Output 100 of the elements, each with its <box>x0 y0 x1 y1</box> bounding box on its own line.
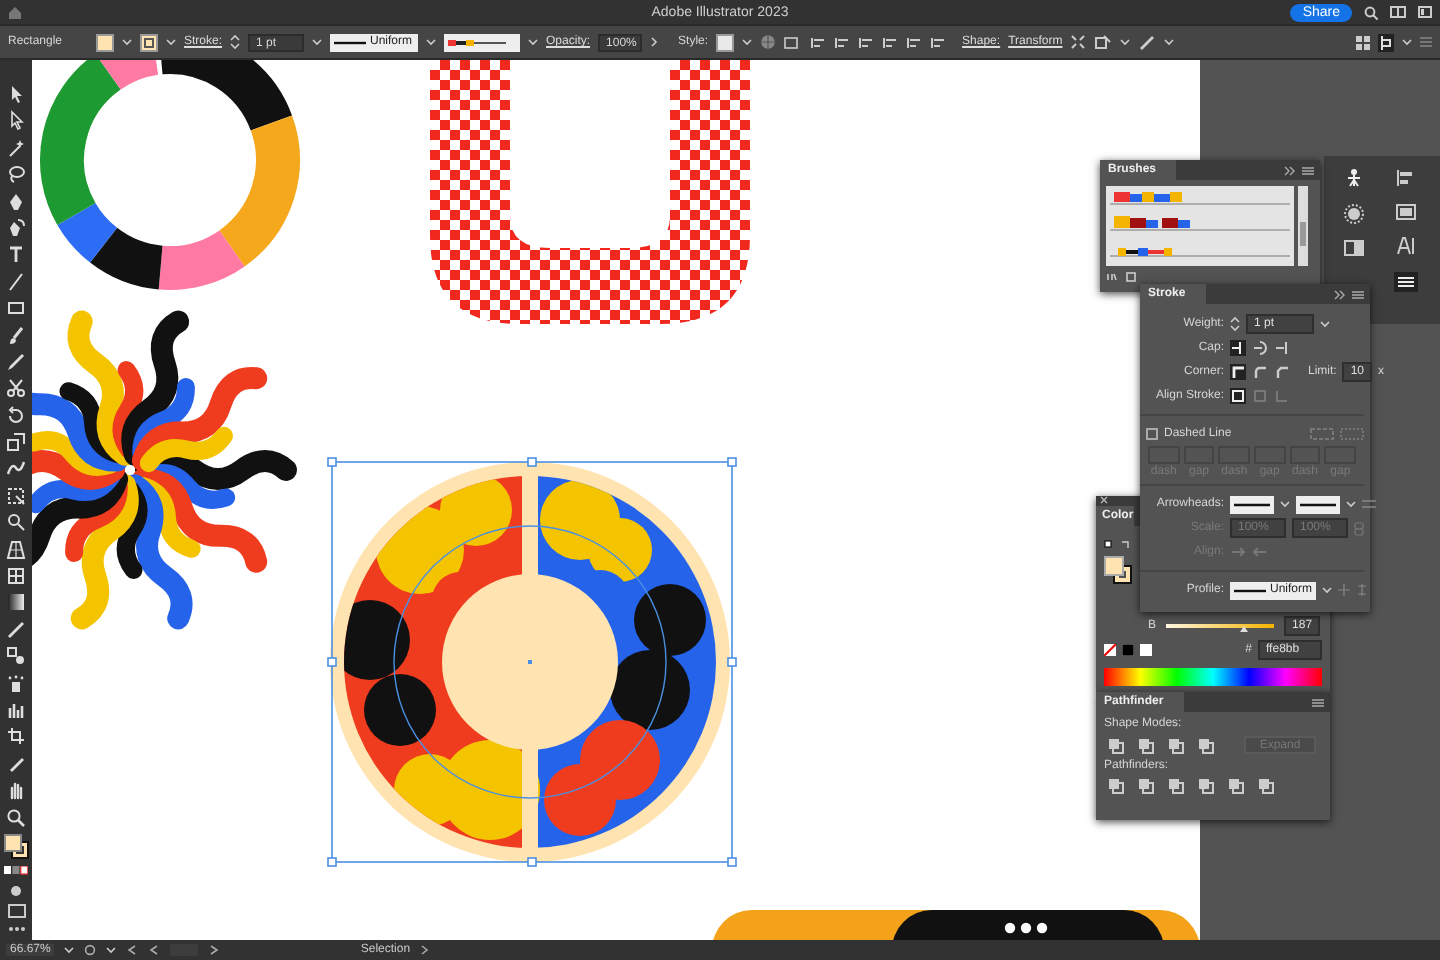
caret-icon[interactable] <box>1320 320 1330 328</box>
rotate-view-icon[interactable] <box>84 944 97 956</box>
recolor-icon[interactable] <box>1094 34 1113 50</box>
caret-icon[interactable] <box>1402 38 1412 46</box>
perspective-grid-icon[interactable] <box>6 539 26 560</box>
panel-menu-icon[interactable] <box>1302 165 1314 175</box>
stroke-swatch[interactable] <box>140 33 158 51</box>
caret-icon[interactable] <box>1322 586 1333 594</box>
caret-icon[interactable] <box>1164 38 1175 46</box>
search-icon[interactable] <box>1364 5 1378 19</box>
color-swatch[interactable] <box>1140 644 1152 656</box>
align-top-icon[interactable] <box>882 35 899 49</box>
projecting-cap-icon[interactable] <box>1274 340 1290 356</box>
next-artboard-icon[interactable] <box>208 944 221 956</box>
caret-icon[interactable] <box>426 38 437 46</box>
panel-menu-icon[interactable] <box>1312 697 1324 707</box>
selection-arrow-icon[interactable] <box>6 84 26 104</box>
color-spectrum[interactable] <box>1104 668 1322 686</box>
swap-arrows-icon[interactable] <box>1362 498 1376 510</box>
rectangle-icon[interactable] <box>6 298 26 319</box>
align-bottom-icon[interactable] <box>930 35 947 49</box>
symbol-sprayer-icon[interactable] <box>6 673 26 694</box>
chevron-icon[interactable] <box>650 36 659 48</box>
align-middle-icon[interactable] <box>906 35 923 49</box>
align-left-icon[interactable] <box>810 35 827 49</box>
shape-builder-icon[interactable] <box>6 512 26 533</box>
artboard-options-icon[interactable] <box>784 35 803 49</box>
screen-mode-icon[interactable] <box>7 904 25 919</box>
pencil-icon[interactable] <box>6 351 26 372</box>
mesh-icon[interactable] <box>6 566 26 587</box>
intersect-icon[interactable] <box>1168 737 1184 753</box>
round-join-icon[interactable] <box>1252 364 1268 380</box>
fill-stroke-swatch[interactable] <box>3 833 29 860</box>
brush-icon[interactable] <box>6 325 26 346</box>
isolate-icon[interactable] <box>1070 34 1087 50</box>
outline-icon[interactable] <box>1228 778 1244 794</box>
swap-colors-icon[interactable] <box>1120 539 1130 549</box>
home-icon[interactable] <box>8 5 22 19</box>
color-mode-icon[interactable] <box>4 866 28 877</box>
lasso-icon[interactable] <box>6 164 26 185</box>
bevel-join-icon[interactable] <box>1274 364 1290 380</box>
caret-icon[interactable] <box>742 38 753 46</box>
brush-dropdown[interactable] <box>444 33 521 51</box>
artboard-icon[interactable] <box>6 726 26 747</box>
align-center-stroke-icon[interactable] <box>1230 388 1246 404</box>
align-right-icon[interactable] <box>858 35 875 49</box>
image-icon[interactable] <box>1396 204 1416 220</box>
caret-icon[interactable] <box>312 38 323 46</box>
spinner-icon[interactable] <box>230 34 241 50</box>
draw-mode-icon[interactable] <box>8 883 24 898</box>
exclude-icon[interactable] <box>1198 737 1214 753</box>
none-swatch[interactable] <box>1104 644 1116 656</box>
magic-wand-icon[interactable] <box>6 137 26 158</box>
caret-icon[interactable] <box>1346 500 1356 508</box>
line-icon[interactable] <box>6 271 26 292</box>
caret-icon[interactable] <box>122 38 132 46</box>
hand-icon[interactable] <box>6 780 26 801</box>
direct-selection-arrow-icon[interactable] <box>6 110 26 131</box>
scale-icon[interactable] <box>6 432 26 453</box>
fill-swatch[interactable] <box>96 33 114 51</box>
color-swatch[interactable] <box>1122 644 1134 656</box>
stroke-panel-icon[interactable] <box>1394 272 1418 292</box>
caret-icon[interactable] <box>1280 500 1290 508</box>
scissors-icon[interactable] <box>6 378 26 399</box>
eyedropper-icon[interactable] <box>6 619 26 640</box>
zoom-icon[interactable] <box>6 807 26 828</box>
butt-cap-icon[interactable] <box>1230 340 1246 356</box>
spinner-icon[interactable] <box>1230 316 1240 332</box>
close-icon[interactable] <box>1100 496 1108 504</box>
gradient-icon[interactable] <box>6 592 26 613</box>
warp-icon[interactable] <box>6 458 26 479</box>
edit-icon[interactable] <box>1138 34 1157 50</box>
minus-back-icon[interactable] <box>1258 778 1274 794</box>
round-cap-icon[interactable] <box>1252 340 1268 356</box>
align-center-icon[interactable] <box>834 35 851 49</box>
align-panel-icon[interactable] <box>1396 168 1416 188</box>
panel-menu-icon[interactable] <box>1352 289 1364 299</box>
bar-chart-icon[interactable] <box>6 699 26 720</box>
sun-icon[interactable] <box>1344 204 1364 224</box>
style-swatch[interactable] <box>716 33 735 51</box>
free-transform-icon[interactable] <box>6 485 26 506</box>
merge-icon[interactable] <box>1168 778 1184 794</box>
minus-front-icon[interactable] <box>1138 737 1154 753</box>
previous-artboard-icon[interactable] <box>148 944 161 956</box>
trim-icon[interactable] <box>1138 778 1154 794</box>
type-tool-icon[interactable] <box>6 244 26 265</box>
caret-icon[interactable] <box>1120 38 1131 46</box>
miter-join-icon[interactable] <box>1230 364 1246 380</box>
chevron-icon[interactable] <box>420 944 431 956</box>
puppet-warp-icon[interactable] <box>1344 168 1364 188</box>
blend-icon[interactable] <box>6 646 26 667</box>
new-brush-icon[interactable] <box>1126 272 1136 282</box>
fill-stroke-swatch[interactable] <box>1104 556 1132 584</box>
arrowhead-dropdown[interactable] <box>1296 495 1340 513</box>
grid-icon[interactable] <box>1356 35 1370 49</box>
arrowhead-dropdown[interactable] <box>1230 495 1274 513</box>
divide-icon[interactable] <box>1108 778 1124 794</box>
collapse-icon[interactable] <box>1284 165 1296 175</box>
brush-libraries-icon[interactable] <box>1106 272 1118 282</box>
first-artboard-icon[interactable] <box>126 944 139 956</box>
